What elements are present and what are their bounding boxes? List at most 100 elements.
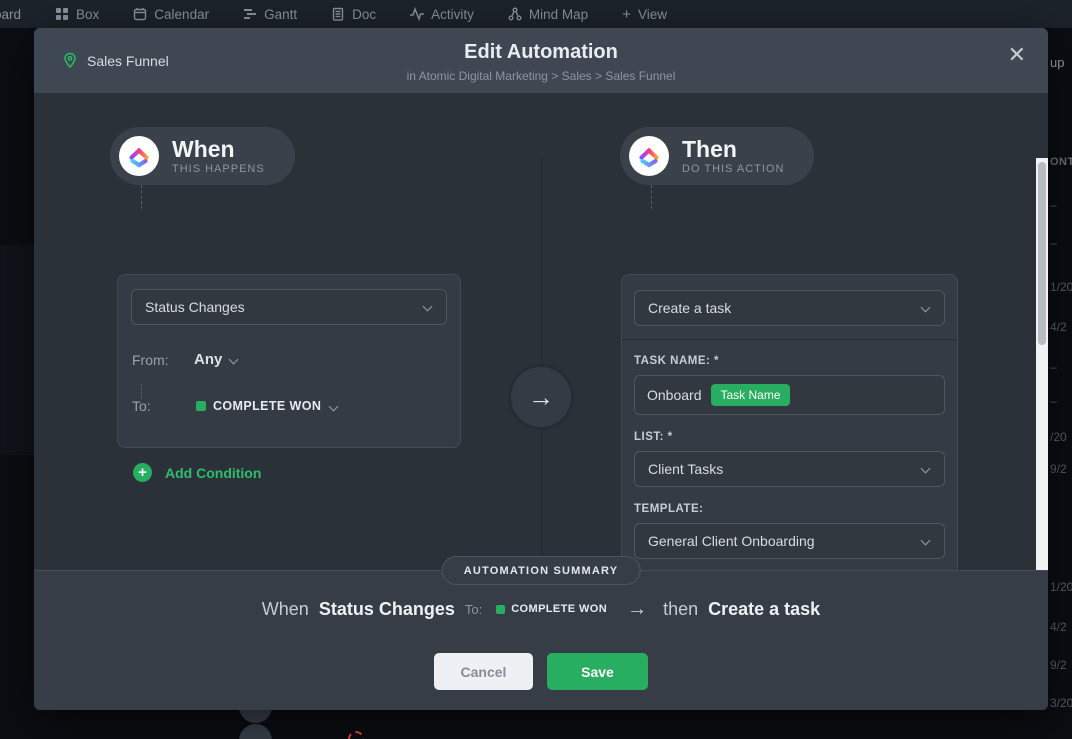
then-connector-line	[651, 185, 652, 209]
card-divider	[622, 339, 957, 340]
to-status-dropdown[interactable]: COMPLETE WON	[196, 399, 337, 413]
template-label: TEMPLATE:	[634, 503, 945, 515]
add-view-label: View	[638, 7, 667, 22]
view-tabs-bar: oard Box Calendar Gantt Doc Activity Min…	[0, 0, 1072, 28]
list-select-value: Client Tasks	[648, 461, 723, 477]
background-date-fragment: 9/2	[1050, 658, 1067, 672]
from-label: From:	[132, 352, 184, 368]
background-assignee-placeholder-icon	[348, 731, 364, 739]
tab-board[interactable]: oard	[0, 7, 21, 22]
then-pill: Then DO THIS ACTION	[620, 127, 814, 185]
modal-title: Edit Automation	[34, 41, 1048, 64]
background-row-band	[0, 245, 34, 455]
cancel-button[interactable]: Cancel	[434, 653, 533, 690]
summary-to-label: To:	[465, 602, 482, 617]
when-pill-text: When THIS HAPPENS	[172, 137, 265, 175]
modal-footer: AUTOMATION SUMMARY When Status Changes T…	[34, 570, 1048, 710]
to-label: To:	[132, 398, 184, 414]
when-card: Status Changes From: Any To: COMPLETE WO…	[117, 274, 461, 448]
tab-doc[interactable]: Doc	[331, 7, 376, 22]
list-select[interactable]: Client Tasks	[634, 451, 945, 487]
mind-map-icon	[508, 7, 522, 21]
when-pill: When THIS HAPPENS	[110, 127, 295, 185]
background-text-fragment: –	[1050, 236, 1057, 250]
gantt-icon	[243, 7, 257, 21]
when-connector-line	[141, 185, 142, 209]
add-condition-label: Add Condition	[165, 465, 261, 481]
save-button[interactable]: Save	[547, 653, 648, 690]
background-date-fragment: 4/2	[1050, 320, 1067, 334]
when-subheading: THIS HAPPENS	[172, 163, 265, 175]
summary-trigger: Status Changes	[319, 599, 455, 620]
then-subheading: DO THIS ACTION	[682, 163, 784, 175]
tab-mind-map[interactable]: Mind Map	[508, 7, 588, 22]
tab-activity[interactable]: Activity	[410, 7, 474, 22]
summary-status-chip: COMPLETE WON	[496, 603, 607, 615]
modal-scrollbar[interactable]	[1036, 158, 1048, 635]
then-pill-text: Then DO THIS ACTION	[682, 137, 784, 175]
action-select[interactable]: Create a task	[634, 290, 945, 326]
activity-icon	[410, 7, 424, 21]
tab-mind-map-label: Mind Map	[529, 7, 588, 22]
task-name-tag[interactable]: Task Name	[711, 384, 789, 406]
add-view-button[interactable]: + View	[622, 6, 667, 23]
tab-board-label: oard	[0, 7, 21, 22]
tab-calendar-label: Calendar	[154, 7, 209, 22]
tab-box-label: Box	[76, 7, 99, 22]
plus-circle-icon: +	[133, 463, 152, 482]
background-date-fragment: /20	[1050, 430, 1067, 444]
tab-box[interactable]: Box	[55, 7, 99, 22]
tab-calendar[interactable]: Calendar	[133, 7, 209, 22]
from-row: From: Any	[131, 351, 447, 368]
add-condition-button[interactable]: + Add Condition	[133, 463, 261, 482]
box-icon	[55, 7, 69, 21]
background-date-fragment: 1/20	[1050, 580, 1072, 594]
background-right-column: up ONT – – 1/20 4/2 – – /20 9/2 1/20 4/2…	[1048, 28, 1072, 739]
background-text-fragment: –	[1050, 394, 1057, 408]
background-date-fragment: 9/2	[1050, 462, 1067, 476]
tab-gantt[interactable]: Gantt	[243, 7, 297, 22]
template-select[interactable]: General Client Onboarding	[634, 523, 945, 559]
calendar-icon	[133, 7, 147, 21]
task-name-input[interactable]: Onboard Task Name	[634, 375, 945, 415]
background-avatar	[239, 724, 272, 739]
when-then-arrow: →	[508, 364, 574, 430]
when-heading: When	[172, 137, 265, 161]
automation-summary-badge: AUTOMATION SUMMARY	[442, 556, 641, 585]
scrollbar-thumb[interactable]	[1038, 162, 1046, 345]
clickup-logo-icon	[119, 136, 159, 176]
edit-automation-modal: Sales Funnel Edit Automation in Atomic D…	[34, 28, 1048, 710]
right-arrow-icon: →	[528, 382, 554, 413]
to-status-value: COMPLETE WON	[213, 399, 321, 413]
background-text-fragment: –	[1050, 360, 1057, 374]
right-arrow-icon: →	[627, 598, 647, 621]
action-select-value: Create a task	[648, 300, 731, 316]
tab-gantt-label: Gantt	[264, 7, 297, 22]
background-text-fragment: –	[1050, 198, 1057, 212]
plus-icon: +	[622, 6, 631, 23]
modal-title-block: Edit Automation in Atomic Digital Market…	[34, 28, 1048, 83]
close-icon[interactable]: ✕	[1008, 44, 1026, 66]
footer-buttons: Cancel Save	[34, 653, 1048, 690]
tab-activity-label: Activity	[431, 7, 474, 22]
chevron-down-icon	[329, 401, 339, 411]
trigger-select[interactable]: Status Changes	[131, 289, 447, 325]
background-date-fragment: 1/20	[1050, 280, 1072, 294]
tab-doc-label: Doc	[352, 7, 376, 22]
clickup-logo-icon	[629, 136, 669, 176]
template-select-value: General Client Onboarding	[648, 533, 815, 549]
task-name-value: Onboard	[647, 387, 701, 403]
background-column-header-fragment: ONT	[1050, 156, 1072, 168]
summary-status-value: COMPLETE WON	[511, 603, 607, 615]
doc-icon	[331, 7, 345, 21]
task-name-label: TASK NAME: *	[634, 355, 945, 367]
screen: oard Box Calendar Gantt Doc Activity Min…	[0, 0, 1072, 739]
modal-header: Sales Funnel Edit Automation in Atomic D…	[34, 28, 1048, 93]
breadcrumb: in Atomic Digital Marketing > Sales > Sa…	[34, 69, 1048, 83]
status-color-square-icon	[196, 401, 206, 411]
modal-body: When THIS HAPPENS Status Changes From: A…	[34, 93, 1048, 570]
then-heading: Then	[682, 137, 784, 161]
from-value-dropdown[interactable]: Any	[194, 351, 222, 368]
background-date-fragment: 4/2	[1050, 620, 1067, 634]
background-date-fragment: 3/20	[1050, 696, 1072, 710]
